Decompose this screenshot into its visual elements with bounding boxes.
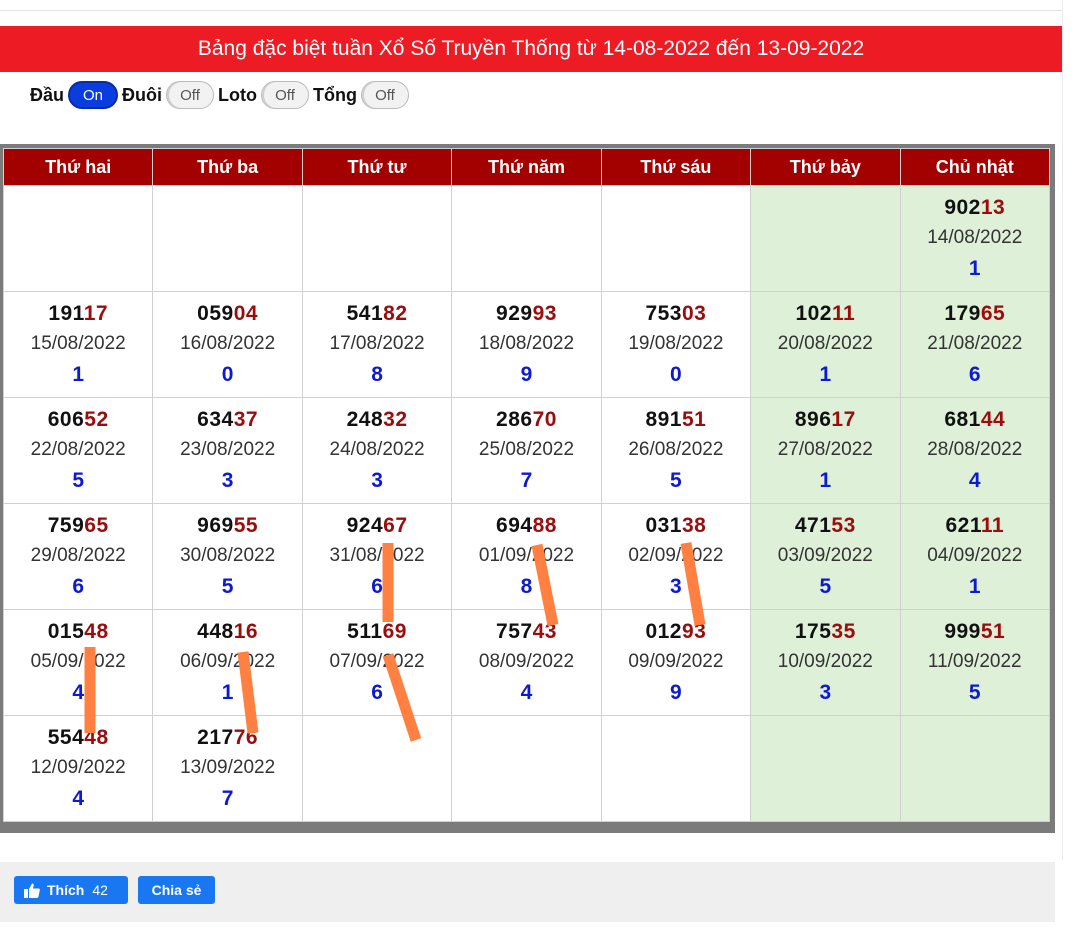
- share-button[interactable]: Chia sẻ: [138, 876, 215, 904]
- like-count: 42: [92, 882, 108, 898]
- thumbs-up-icon: [24, 883, 40, 898]
- annotation-stroke: [531, 543, 559, 627]
- like-button[interactable]: Thích 42: [14, 876, 128, 904]
- annotation-stroke: [382, 653, 422, 742]
- annotation-stroke: [680, 542, 706, 626]
- handwritten-annotations: [84, 542, 706, 742]
- like-label: Thích: [47, 882, 85, 898]
- annotation-stroke: [237, 651, 259, 734]
